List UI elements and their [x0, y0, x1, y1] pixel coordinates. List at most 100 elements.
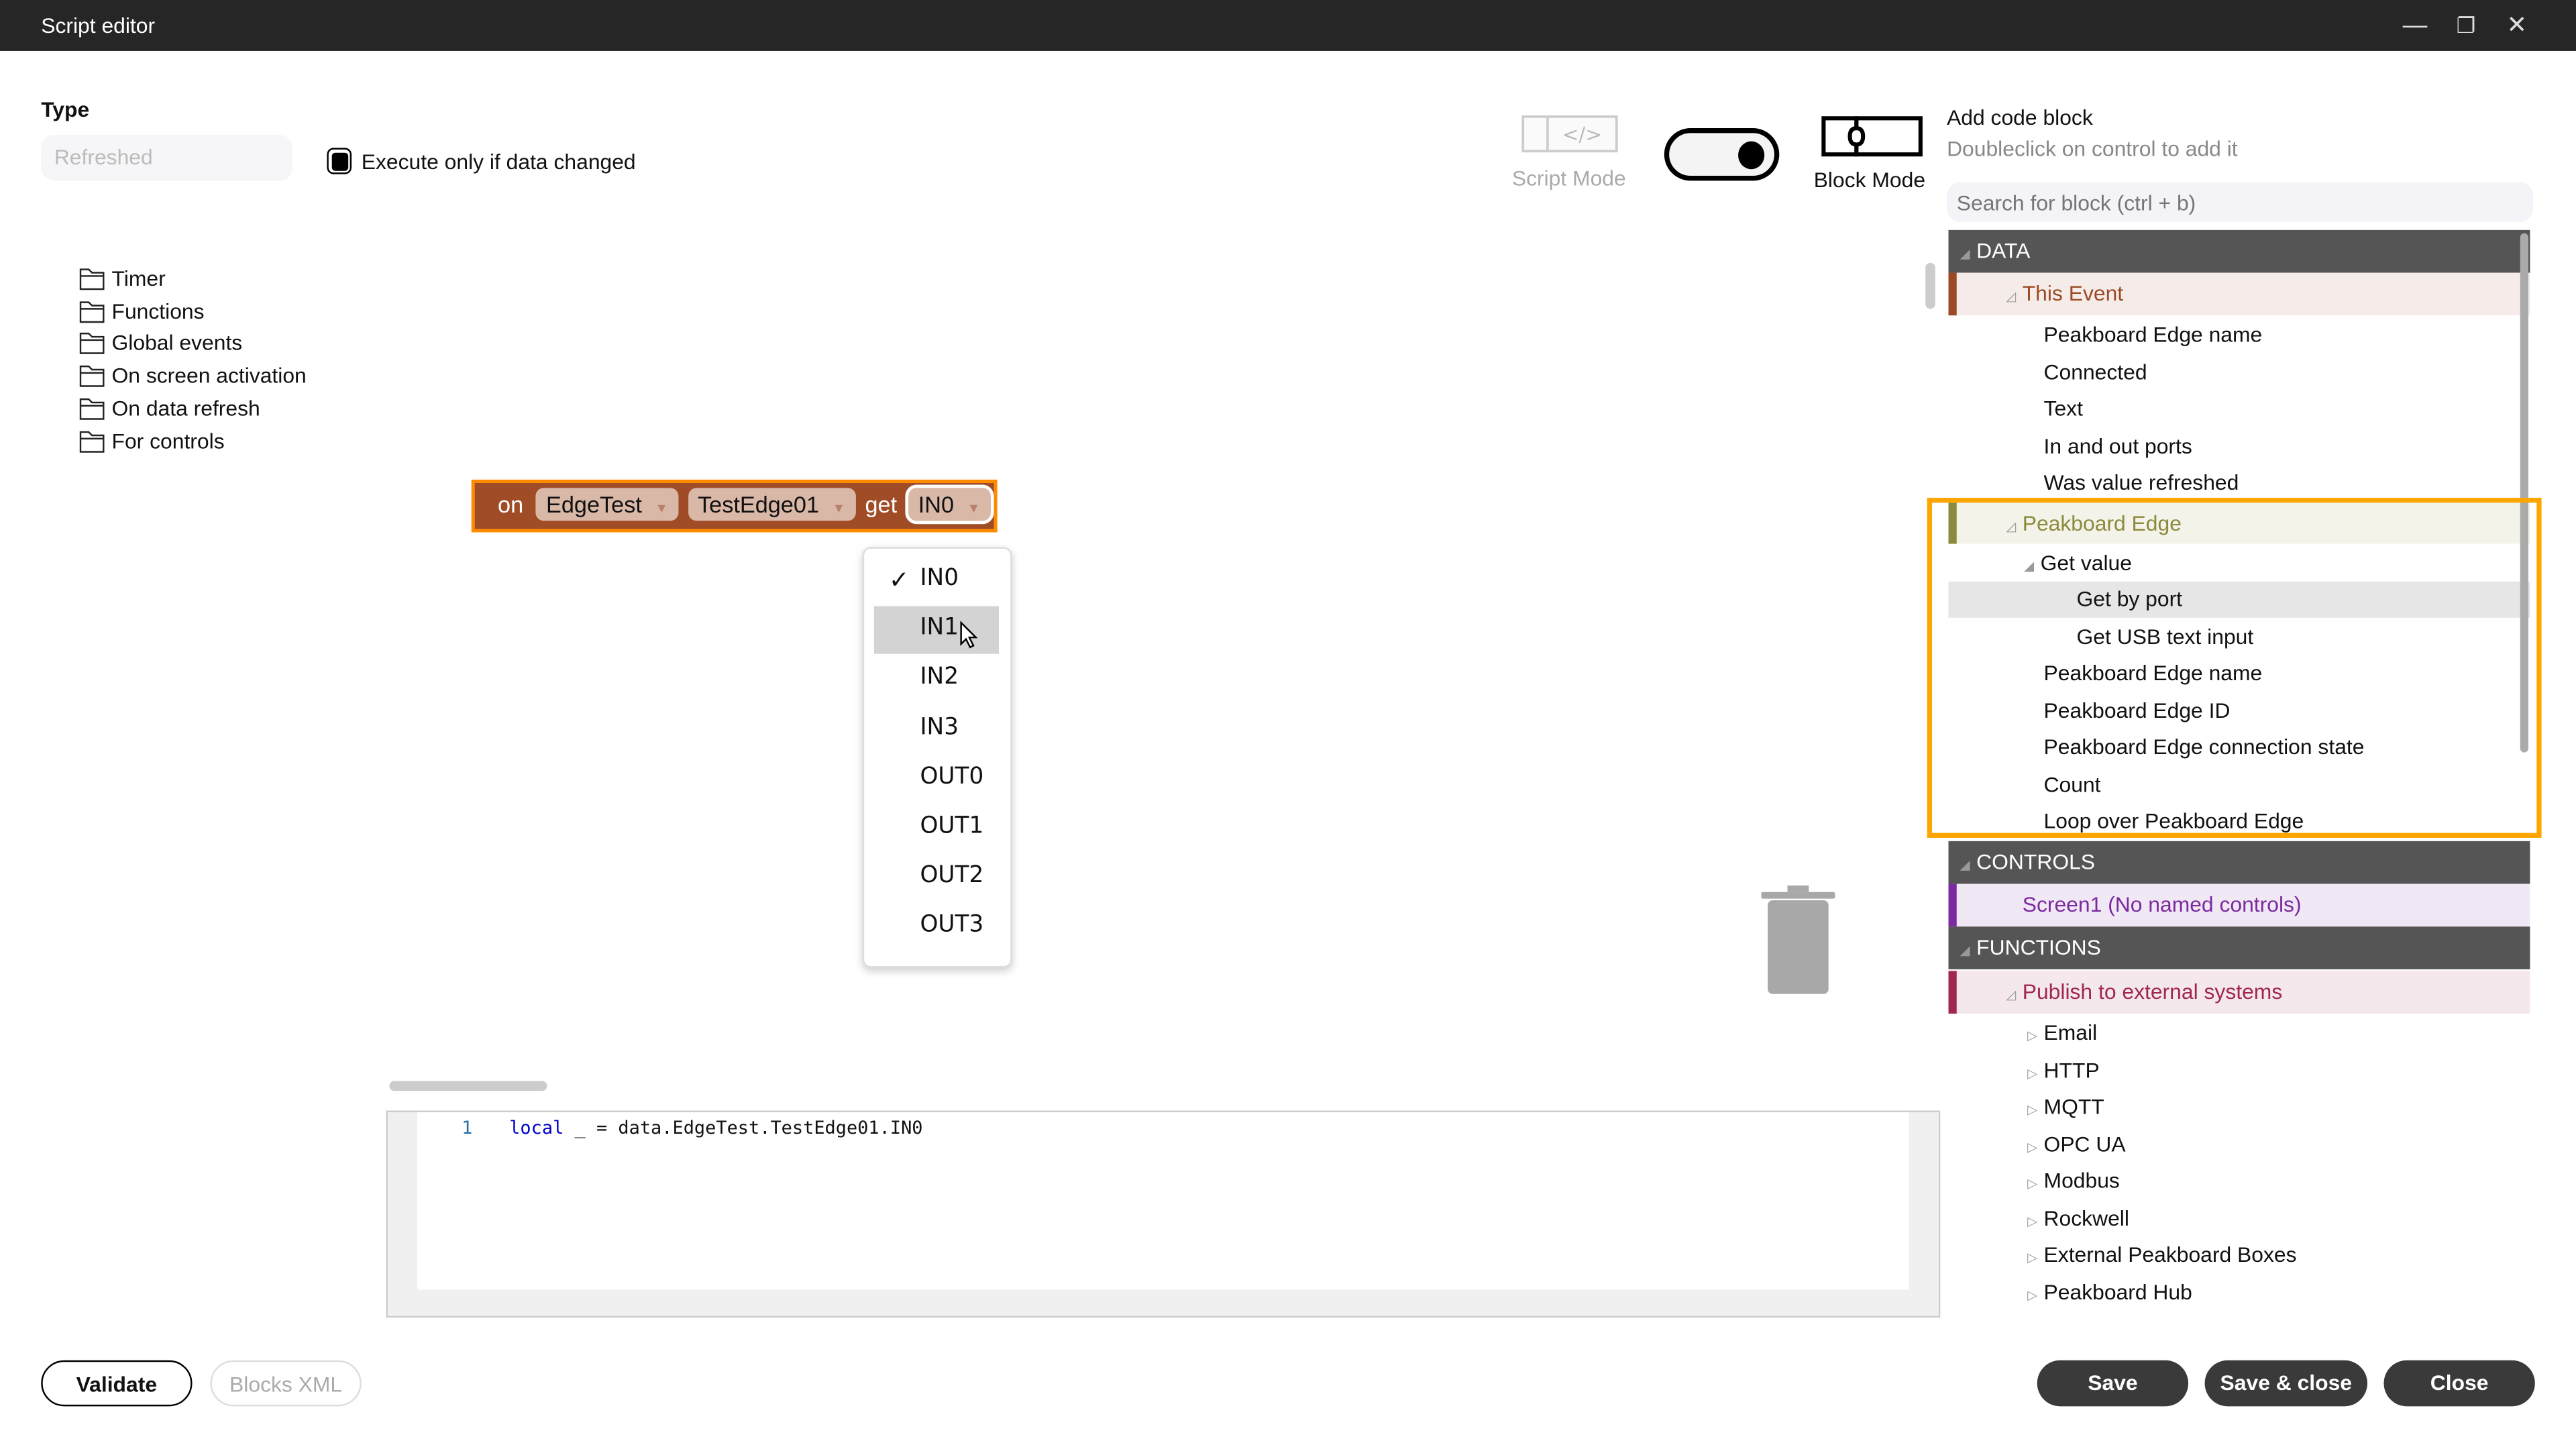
- expand-triangle-icon[interactable]: ◢: [1960, 233, 1976, 276]
- code-editor[interactable]: 1 local _ = data.EdgeTest.TestEdge01.IN0: [386, 1110, 1941, 1318]
- port-dropdown[interactable]: IN0 ▼: [905, 484, 994, 525]
- expand-triangle-icon[interactable]: ◿: [2006, 974, 2022, 1017]
- tree-header-functions[interactable]: ◢ FUNCTIONS: [1948, 926, 2530, 969]
- block-mode-icon[interactable]: [1820, 115, 1923, 158]
- save-close-button[interactable]: Save & close: [2204, 1360, 2368, 1407]
- close-button[interactable]: Close: [2383, 1360, 2535, 1407]
- tree-item[interactable]: ▷ External Peakboard Boxes: [1949, 1237, 2530, 1273]
- expand-triangle-icon[interactable]: ▷: [2027, 1277, 2043, 1313]
- expand-triangle-icon[interactable]: ▷: [2027, 1167, 2043, 1203]
- tree-item[interactable]: Text: [1949, 391, 2530, 427]
- canvas-horizontal-scrollbar[interactable]: [389, 1081, 547, 1091]
- tree-label: CONTROLS: [1976, 849, 2096, 874]
- expand-triangle-icon[interactable]: ◢: [1960, 930, 1976, 973]
- folder-item-functions[interactable]: Functions: [79, 299, 205, 323]
- expand-triangle-icon[interactable]: ▷: [2027, 1055, 2043, 1091]
- expand-triangle-icon[interactable]: ▷: [2027, 1203, 2043, 1240]
- tree-item[interactable]: ▷ MQTT: [1949, 1089, 2530, 1126]
- tree-category-screen1[interactable]: Screen1 (No named controls): [1948, 883, 2530, 927]
- tree-item[interactable]: In and out ports: [1949, 428, 2530, 464]
- highlight-box: [1927, 498, 2542, 838]
- tree-label: FUNCTIONS: [1976, 934, 2101, 960]
- code-text: _ = data.EdgeTest.TestEdge01.IN0: [564, 1117, 923, 1139]
- script-mode-label[interactable]: Script Mode: [1487, 166, 1651, 191]
- minimize-button[interactable]: —: [2399, 10, 2432, 43]
- tree-label: Connected: [2043, 359, 2147, 384]
- code-keyword: local: [509, 1117, 564, 1139]
- type-field[interactable]: Refreshed: [41, 134, 292, 181]
- tree-label: HTTP: [2043, 1057, 2100, 1082]
- save-button[interactable]: Save: [2037, 1360, 2189, 1407]
- line-number: 1: [462, 1117, 473, 1139]
- expand-triangle-icon[interactable]: ◿: [2006, 276, 2022, 319]
- port-option[interactable]: OUT2: [920, 863, 983, 889]
- folder-item-global-events[interactable]: Global events: [79, 331, 243, 356]
- tree-category-this-event[interactable]: ◿ This Event: [1948, 272, 2530, 319]
- editor-gutter: [387, 1112, 418, 1290]
- dropdown-arrow-icon: ▼: [655, 500, 668, 516]
- tree-category-publish[interactable]: ◿ Publish to external systems: [1948, 971, 2530, 1017]
- expand-triangle-icon[interactable]: ▷: [2027, 1093, 2043, 1129]
- port-option[interactable]: OUT1: [920, 813, 983, 839]
- folder-icon: [79, 366, 105, 387]
- canvas-vertical-scrollbar[interactable]: [1925, 262, 1935, 309]
- tree-item[interactable]: Was value refreshed: [1949, 465, 2530, 501]
- block-mode-label[interactable]: Block Mode: [1814, 168, 1925, 193]
- close-window-button[interactable]: ✕: [2500, 10, 2533, 43]
- expand-triangle-icon[interactable]: ▷: [2027, 1240, 2043, 1277]
- tree-header-data[interactable]: ◢ DATA: [1948, 229, 2530, 276]
- tree-item[interactable]: ▷ Rockwell: [1949, 1200, 2530, 1236]
- port-option[interactable]: IN0: [920, 565, 959, 591]
- tree-item[interactable]: ▷ Modbus: [1949, 1163, 2530, 1199]
- tree-item[interactable]: ▷ Email: [1949, 1015, 2530, 1051]
- tree-item[interactable]: ▷ HTTP: [1949, 1053, 2530, 1089]
- dropdown-arrow-icon: ▼: [832, 500, 846, 516]
- expand-triangle-icon[interactable]: ▷: [2027, 1018, 2043, 1055]
- tree-item[interactable]: Connected: [1949, 354, 2530, 390]
- dropdown-arrow-icon: ▼: [967, 500, 981, 516]
- port-option[interactable]: OUT3: [920, 912, 983, 938]
- trash-icon[interactable]: [1761, 885, 1835, 996]
- folder-label: Timer: [111, 266, 166, 291]
- expand-triangle-icon[interactable]: ▷: [2027, 1130, 2043, 1166]
- device-dropdown[interactable]: TestEdge01 ▼: [688, 488, 855, 521]
- validate-button[interactable]: Validate: [41, 1360, 193, 1407]
- script-mode-icon[interactable]: </>: [1521, 115, 1618, 153]
- restore-button[interactable]: ❐: [2449, 10, 2482, 43]
- folder-icon: [79, 333, 105, 355]
- folder-item-on-screen-activation[interactable]: On screen activation: [79, 363, 307, 388]
- folder-icon: [79, 430, 105, 452]
- tree-label: Modbus: [2043, 1168, 2120, 1193]
- port-option[interactable]: IN1: [920, 614, 959, 641]
- editor-horizontal-scrollbar[interactable]: [387, 1289, 1939, 1316]
- port-option[interactable]: IN3: [920, 714, 959, 740]
- check-icon: ✓: [888, 566, 910, 595]
- tree-label: DATA: [1976, 238, 2031, 263]
- folder-icon: [79, 301, 105, 323]
- title-bar: Script editor — ❐ ✕: [0, 0, 2576, 51]
- blocks-xml-button[interactable]: Blocks XML: [210, 1360, 362, 1407]
- editor-vertical-scrollbar[interactable]: [1909, 1112, 1939, 1290]
- tree-item[interactable]: Peakboard Edge name: [1949, 317, 2530, 354]
- tree-header-controls[interactable]: ◢ CONTROLS: [1948, 841, 2530, 884]
- tree-label: External Peakboard Boxes: [2043, 1242, 2297, 1267]
- tree-item[interactable]: ▷ OPC UA: [1949, 1126, 2530, 1163]
- tree-item[interactable]: ▷ Peakboard Hub: [1949, 1274, 2530, 1310]
- expand-triangle-icon[interactable]: ◢: [1960, 845, 1976, 888]
- block-on-label: on: [498, 491, 524, 518]
- folder-label: For controls: [111, 427, 225, 453]
- folder-item-timer[interactable]: Timer: [79, 266, 166, 291]
- add-block-subtitle: Doubleclick on control to add it: [1947, 136, 2238, 162]
- port-option[interactable]: OUT0: [920, 763, 983, 790]
- block-search-input[interactable]: [1947, 182, 2534, 222]
- mode-toggle[interactable]: [1664, 128, 1780, 181]
- source-dropdown[interactable]: EdgeTest ▼: [536, 488, 678, 521]
- port-option[interactable]: IN2: [920, 664, 959, 690]
- execute-checkbox[interactable]: [327, 148, 352, 174]
- folder-item-on-data-refresh[interactable]: On data refresh: [79, 396, 260, 420]
- edge-event-block[interactable]: on EdgeTest ▼ TestEdge01 ▼ get IN0 ▼: [471, 480, 998, 533]
- folder-label: Global events: [111, 331, 243, 356]
- tree-label: Screen1 (No named controls): [2022, 892, 2302, 917]
- folder-label: On screen activation: [111, 363, 307, 388]
- folder-item-for-controls[interactable]: For controls: [79, 428, 225, 453]
